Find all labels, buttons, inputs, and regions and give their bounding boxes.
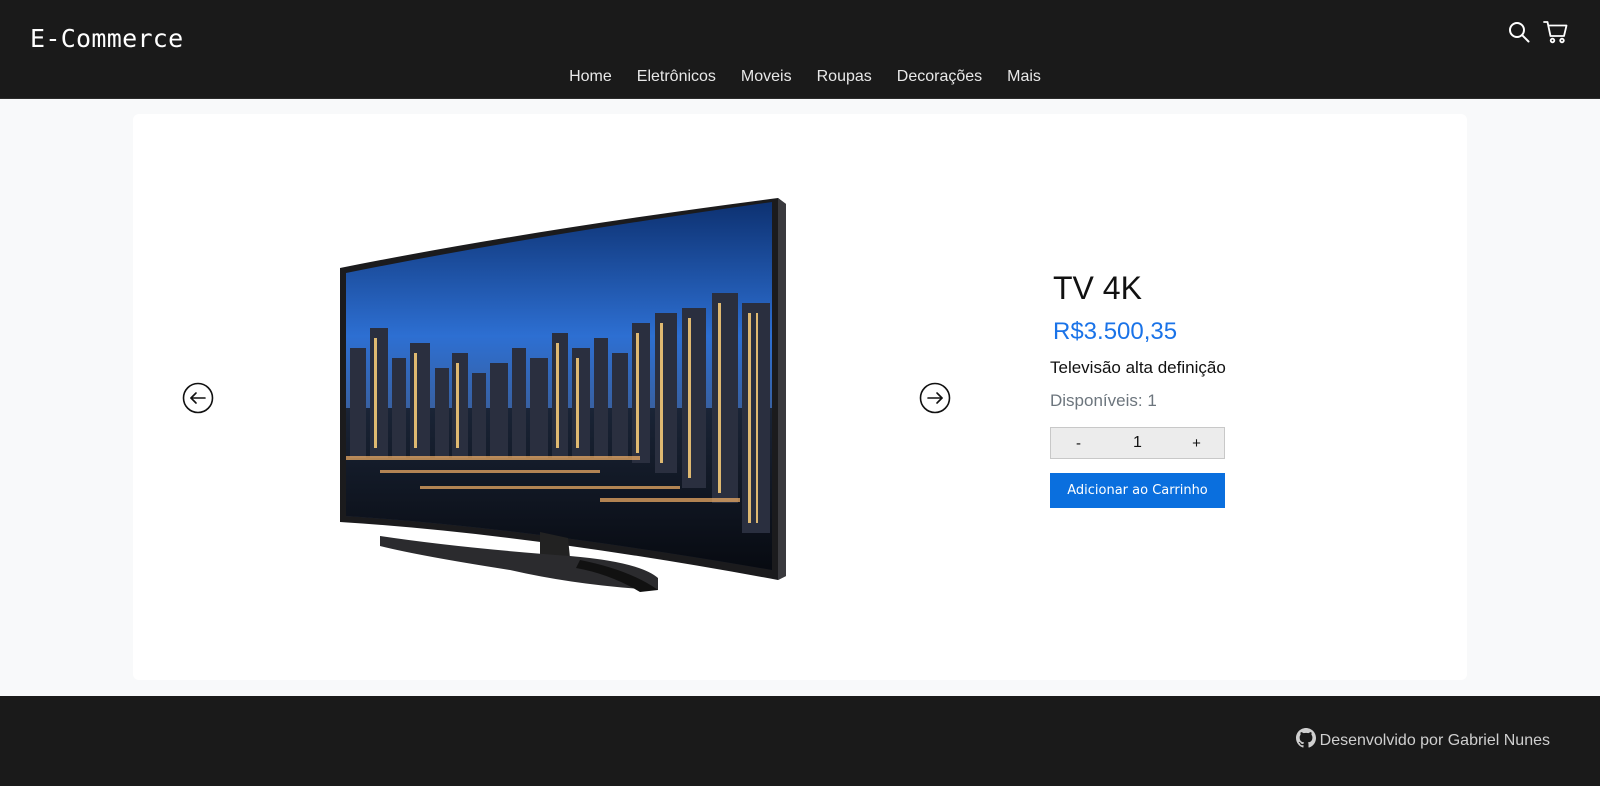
product-name: TV 4K	[1053, 270, 1142, 306]
carousel-next-button[interactable]	[919, 382, 951, 414]
product-availability: Disponíveis: 1	[1050, 391, 1157, 410]
nav-item-mais[interactable]: Mais	[1007, 68, 1041, 86]
increment-button[interactable]: +	[1169, 428, 1224, 458]
arrow-left-circle-icon	[182, 382, 214, 414]
site-footer: Desenvolvido por Gabriel Nunes	[0, 696, 1600, 786]
decrement-button[interactable]: -	[1051, 428, 1106, 458]
product-card	[133, 114, 1467, 680]
nav-item-eletronicos[interactable]: Eletrônicos	[637, 68, 716, 86]
nav-item-decoracoes[interactable]: Decorações	[897, 68, 982, 86]
nav-item-home[interactable]: Home	[569, 68, 612, 86]
nav-item-moveis[interactable]: Moveis	[741, 68, 792, 86]
cart-icon[interactable]	[1542, 18, 1570, 46]
site-header: E-Commerce Home Eletrônicos Moveis Roupa…	[0, 0, 1600, 99]
footer-credit-text: Desenvolvido por Gabriel Nunes	[1319, 731, 1550, 749]
main-nav: Home Eletrônicos Moveis Roupas Decoraçõe…	[0, 68, 1600, 86]
add-to-cart-button[interactable]: Adicionar ao Carrinho	[1050, 473, 1225, 508]
quantity-stepper: - 1 +	[1050, 427, 1225, 459]
footer-credit-link[interactable]: Desenvolvido por Gabriel Nunes	[1295, 728, 1550, 753]
quantity-value[interactable]: 1	[1106, 434, 1169, 452]
search-icon[interactable]	[1505, 18, 1533, 46]
github-icon	[1295, 728, 1316, 753]
product-price: R$3.500,35	[1053, 318, 1178, 345]
arrow-right-circle-icon	[919, 382, 951, 414]
product-description: Televisão alta definição	[1050, 358, 1226, 377]
carousel-prev-button[interactable]	[182, 382, 214, 414]
product-image	[340, 198, 792, 593]
brand-logo[interactable]: E-Commerce	[30, 24, 184, 53]
nav-item-roupas[interactable]: Roupas	[817, 68, 872, 86]
